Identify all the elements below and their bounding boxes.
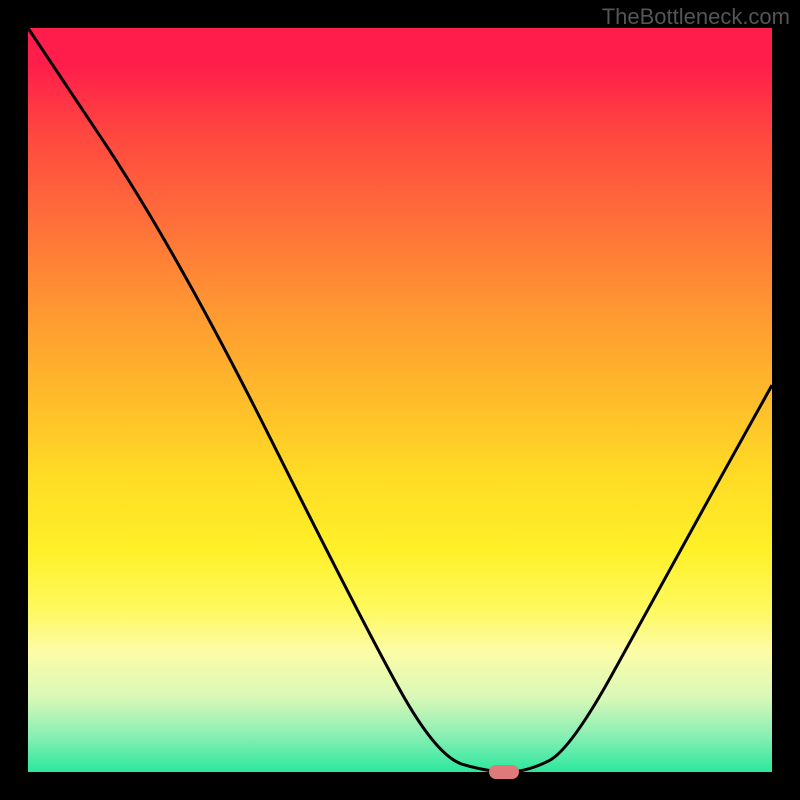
optimal-point-marker <box>489 765 519 779</box>
watermark-text: TheBottleneck.com <box>602 4 790 30</box>
bottleneck-curve <box>0 0 800 800</box>
chart-frame <box>0 0 800 800</box>
